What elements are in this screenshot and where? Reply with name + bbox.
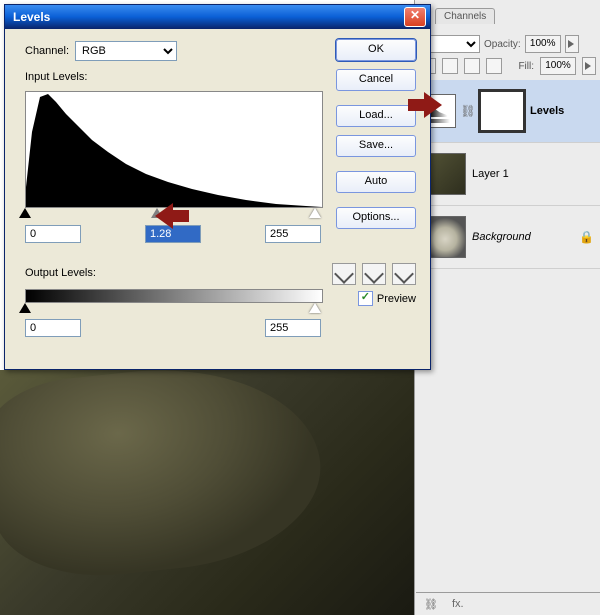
options-button[interactable]: Options... <box>336 207 416 229</box>
layer-row-layer1[interactable]: Layer 1 <box>416 143 600 206</box>
close-button[interactable]: ✕ <box>404 7 426 27</box>
histogram <box>25 91 323 208</box>
layers-list: ⛓ Levels Layer 1 Background 🔒 <box>416 80 600 615</box>
ok-button[interactable]: OK <box>336 39 416 61</box>
output-black-slider[interactable] <box>19 303 31 313</box>
layer-mask-thumb[interactable] <box>480 91 524 131</box>
load-button[interactable]: Load... <box>336 105 416 127</box>
link-icon[interactable]: ⛓ <box>462 101 474 121</box>
layer-name[interactable]: Levels <box>530 105 564 117</box>
lock-all-icon[interactable] <box>486 58 502 74</box>
document-canvas[interactable] <box>0 370 414 615</box>
cancel-button[interactable]: Cancel <box>336 69 416 91</box>
layer-name[interactable]: Layer 1 <box>472 168 509 180</box>
input-black-field[interactable] <box>25 225 81 243</box>
lock-pixels-icon[interactable] <box>442 58 458 74</box>
auto-button[interactable]: Auto <box>336 171 416 193</box>
input-black-slider[interactable] <box>19 208 31 218</box>
annotation-arrow-layer <box>408 94 442 116</box>
eyedropper-black-icon[interactable] <box>332 263 356 285</box>
output-white-field[interactable] <box>265 319 321 337</box>
layer-row-background[interactable]: Background 🔒 <box>416 206 600 269</box>
output-white-slider[interactable] <box>309 303 321 313</box>
fx-icon[interactable]: fx. <box>452 598 464 610</box>
save-button[interactable]: Save... <box>336 135 416 157</box>
input-levels-label: Input Levels: <box>25 71 87 83</box>
levels-dialog: Levels ✕ Channel: RGB Input Levels: <box>4 4 431 370</box>
lock-icon: 🔒 <box>579 230 594 244</box>
opacity-value[interactable]: 100% <box>525 35 561 53</box>
annotation-arrow-gamma <box>155 205 189 227</box>
channel-label: Channel: <box>25 45 69 57</box>
fill-value[interactable]: 100% <box>540 57 576 75</box>
layer-row-levels[interactable]: ⛓ Levels <box>416 80 600 143</box>
eyedropper-white-icon[interactable] <box>392 263 416 285</box>
opacity-label: Opacity: <box>484 39 521 50</box>
tab-channels[interactable]: Channels <box>435 8 495 24</box>
output-levels-label: Output Levels: <box>25 267 96 279</box>
input-white-slider[interactable] <box>309 208 321 218</box>
fill-label: Fill: <box>518 61 534 72</box>
link-layers-icon[interactable]: ⛓ <box>424 598 438 611</box>
preview-label: Preview <box>377 293 416 305</box>
opacity-flyout-icon[interactable] <box>565 35 579 53</box>
layers-panel-footer: ⛓ fx. <box>416 592 600 615</box>
input-white-field[interactable] <box>265 225 321 243</box>
dialog-titlebar[interactable]: Levels ✕ <box>5 5 430 29</box>
output-gradient <box>25 289 323 303</box>
layer-name[interactable]: Background <box>472 231 531 243</box>
lock-position-icon[interactable] <box>464 58 480 74</box>
histogram-shape <box>26 92 322 207</box>
fill-flyout-icon[interactable] <box>582 57 596 75</box>
input-gamma-field[interactable] <box>145 225 201 243</box>
preview-checkbox[interactable]: ✓ <box>358 291 373 306</box>
dialog-title: Levels <box>9 10 404 24</box>
eyedropper-gray-icon[interactable] <box>362 263 386 285</box>
output-slider-track[interactable] <box>25 303 321 311</box>
output-black-field[interactable] <box>25 319 81 337</box>
channel-select[interactable]: RGB <box>75 41 177 61</box>
